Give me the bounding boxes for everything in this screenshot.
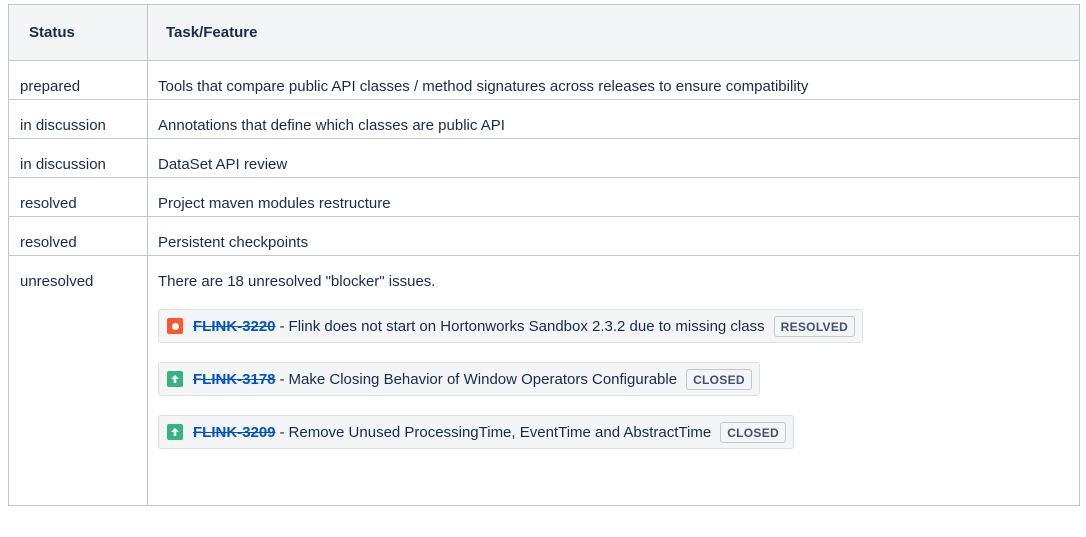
status-cell: prepared: [8, 60, 148, 100]
task-cell: Annotations that define which classes ar…: [147, 99, 1080, 139]
status-badge: CLOSED: [720, 421, 787, 443]
jira-issue-item: FLINK-3209 - Remove Unused ProcessingTim…: [158, 415, 1079, 449]
status-badge: CLOSED: [686, 368, 752, 390]
task-cell: Persistent checkpoints: [147, 216, 1080, 256]
task-cell: There are 18 unresolved "blocker" issues…: [147, 255, 1080, 506]
table-row: in discussion DataSet API review: [8, 138, 1080, 178]
table-header-row: Status Task/Feature: [8, 4, 1080, 61]
issue-key-link[interactable]: FLINK-3220: [193, 318, 276, 335]
blocker-priority-icon: [167, 318, 183, 334]
status-cell: in discussion: [8, 138, 148, 178]
table-row: resolved Persistent checkpoints: [8, 216, 1080, 256]
jira-issue-macro: FLINK-3178 - Make Closing Behavior of Wi…: [158, 362, 760, 396]
status-cell: resolved: [8, 177, 148, 217]
status-table: Status Task/Feature prepared Tools that …: [8, 4, 1080, 506]
task-cell: DataSet API review: [147, 138, 1080, 178]
task-cell: Tools that compare public API classes / …: [147, 60, 1080, 100]
issue-separator: -: [279, 423, 285, 441]
unresolved-note: There are 18 unresolved "blocker" issues…: [158, 273, 436, 290]
jira-issue-item: FLINK-3220 - Flink does not start on Hor…: [158, 309, 1079, 343]
header-task: Task/Feature: [147, 4, 1080, 61]
issue-summary: Remove Unused ProcessingTime, EventTime …: [288, 423, 712, 441]
issue-summary: Make Closing Behavior of Window Operator…: [288, 370, 678, 388]
header-status: Status: [8, 4, 148, 61]
status-badge: RESOLVED: [773, 315, 856, 337]
improvement-arrow-up-icon: [167, 371, 183, 387]
issue-separator: -: [279, 370, 285, 388]
jira-issue-item: FLINK-3178 - Make Closing Behavior of Wi…: [158, 362, 1079, 396]
jira-issue-macro: FLINK-3220 - Flink does not start on Hor…: [158, 309, 864, 343]
table-row: resolved Project maven modules restructu…: [8, 177, 1080, 217]
table-row-unresolved: unresolved There are 18 unresolved "bloc…: [8, 255, 1080, 506]
improvement-arrow-up-icon: [167, 424, 183, 440]
jira-issue-macro: FLINK-3209 - Remove Unused ProcessingTim…: [158, 415, 795, 449]
table-row: prepared Tools that compare public API c…: [8, 60, 1080, 100]
status-cell: in discussion: [8, 99, 148, 139]
status-cell: unresolved: [8, 255, 148, 506]
issue-key-link[interactable]: FLINK-3209: [193, 424, 276, 441]
content-area: Status Task/Feature prepared Tools that …: [8, 4, 1086, 537]
task-cell: Project maven modules restructure: [147, 177, 1080, 217]
issue-separator: -: [279, 317, 285, 335]
table-row: in discussion Annotations that define wh…: [8, 99, 1080, 139]
issue-key-link[interactable]: FLINK-3178: [193, 371, 276, 388]
status-cell: resolved: [8, 216, 148, 256]
issue-summary: Flink does not start on Hortonworks Sand…: [288, 317, 765, 335]
